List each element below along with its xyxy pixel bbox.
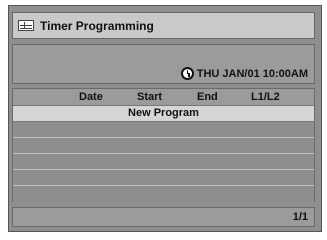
column-header-date: Date — [79, 91, 103, 103]
table-row[interactable] — [13, 154, 314, 170]
table-row[interactable] — [13, 170, 314, 186]
page-indicator: 1/1 — [292, 211, 308, 223]
footer-bar: 1/1 — [12, 207, 315, 227]
clock-icon — [180, 67, 194, 80]
new-program-label: New Program — [128, 107, 199, 119]
table-row[interactable] — [13, 122, 314, 138]
column-header-start: Start — [137, 91, 163, 103]
page-title: Timer Programming — [40, 18, 154, 33]
table-row-new-program[interactable]: New Program — [13, 106, 314, 122]
clock-display: THU JAN/01 10:00AM — [180, 67, 308, 80]
title-bar: Timer Programming — [12, 12, 315, 39]
table-header: Date Start End L1/L2 — [13, 89, 314, 106]
table-row[interactable] — [13, 186, 314, 202]
info-panel: THU JAN/01 10:00AM — [12, 44, 315, 84]
column-header-l1-l2: L1/L2 — [251, 91, 280, 103]
table-row[interactable] — [13, 138, 314, 154]
column-header-end: End — [197, 91, 218, 103]
grid-icon — [18, 20, 34, 31]
current-datetime: THU JAN/01 10:00AM — [196, 67, 308, 80]
program-table: Date Start End L1/L2 New Program — [12, 88, 315, 202]
